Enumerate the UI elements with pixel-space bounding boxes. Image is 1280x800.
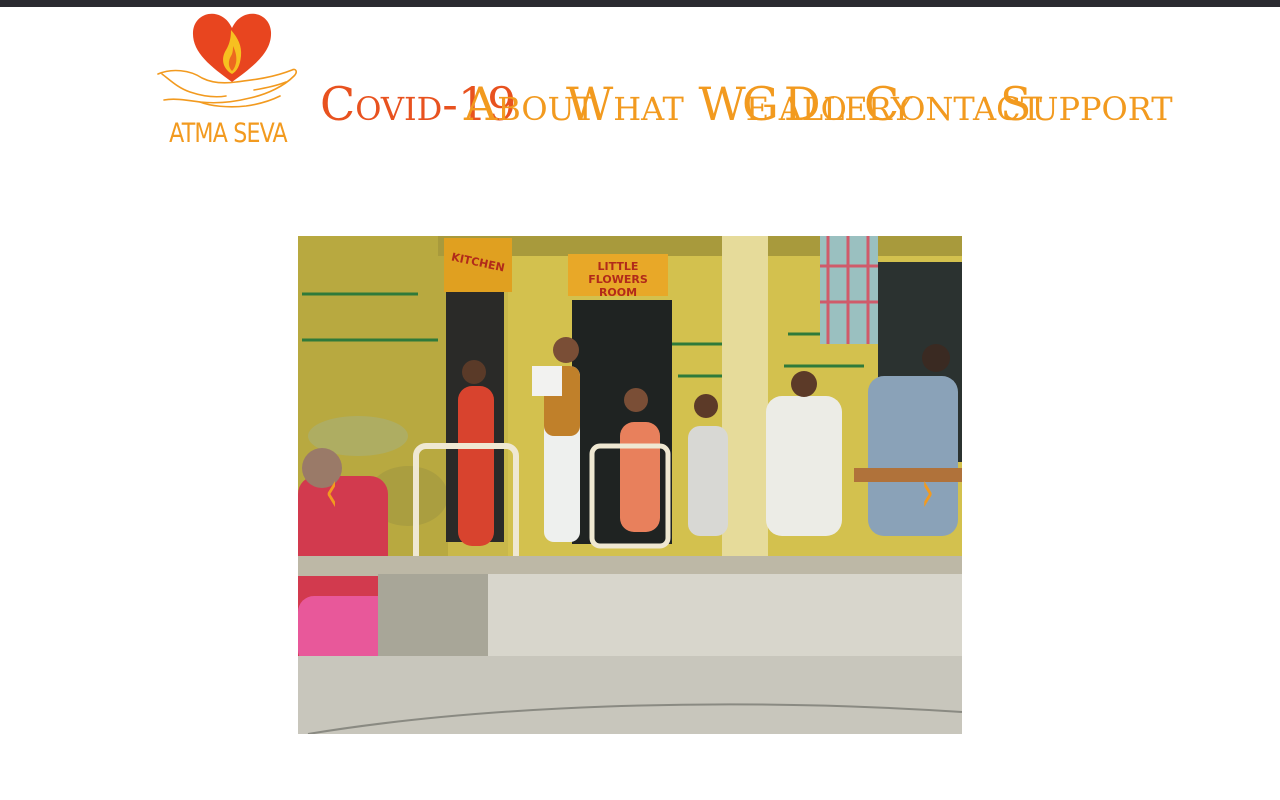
- top-bar: [0, 0, 1280, 7]
- slider-prev-button[interactable]: ‹: [312, 456, 352, 526]
- slider-next-button[interactable]: ›: [908, 456, 948, 526]
- main-nav: Covid-19 About What We Do Gallery Contac…: [320, 78, 1173, 130]
- room-sign-line-2: ROOM: [598, 286, 638, 299]
- chevron-right-icon: ›: [921, 457, 935, 525]
- image-slider[interactable]: KITCHEN LITTLE FLOWERS ROOM ‹ ›: [298, 236, 962, 734]
- nav-support[interactable]: Support: [1000, 77, 1173, 131]
- brand-name: ATMA SEVA: [169, 118, 288, 149]
- room-sign: LITTLE FLOWERS ROOM: [568, 260, 668, 299]
- slide-photo: [298, 236, 962, 734]
- room-sign-line-1: LITTLE FLOWERS: [588, 260, 648, 286]
- logo[interactable]: ATMA SEVA: [150, 8, 300, 158]
- logo-graphic: [157, 13, 297, 108]
- chevron-left-icon: ‹: [325, 457, 339, 525]
